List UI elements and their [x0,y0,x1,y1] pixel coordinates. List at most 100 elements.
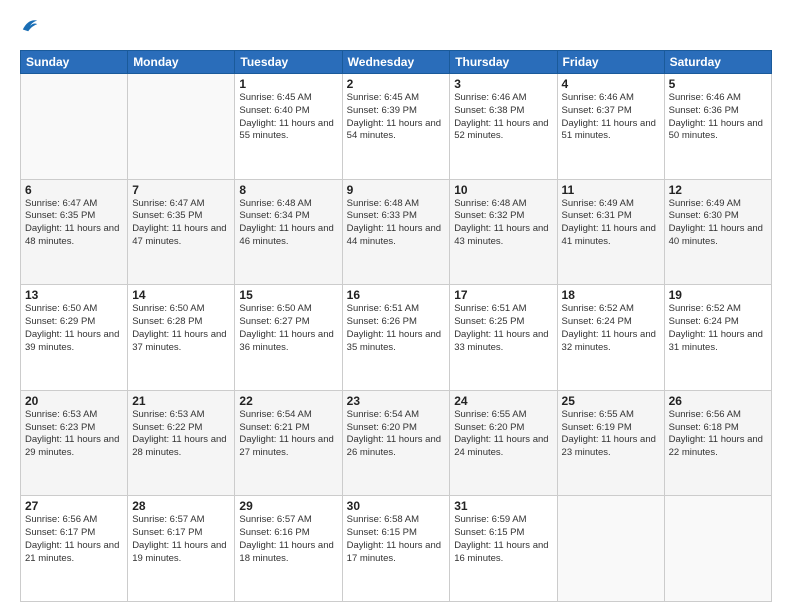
calendar-cell: 3Sunrise: 6:46 AM Sunset: 6:38 PM Daylig… [450,74,557,180]
day-number: 12 [669,183,767,197]
calendar-header-monday: Monday [128,51,235,74]
day-info: Sunrise: 6:53 AM Sunset: 6:22 PM Dayligh… [132,409,230,460]
logo [20,16,39,40]
day-info: Sunrise: 6:51 AM Sunset: 6:26 PM Dayligh… [347,303,446,354]
day-number: 3 [454,77,552,91]
calendar-header-thursday: Thursday [450,51,557,74]
day-number: 22 [239,394,337,408]
day-number: 5 [669,77,767,91]
day-info: Sunrise: 6:54 AM Sunset: 6:20 PM Dayligh… [347,409,446,460]
day-info: Sunrise: 6:56 AM Sunset: 6:17 PM Dayligh… [25,514,123,565]
header [20,16,772,40]
calendar-cell: 6Sunrise: 6:47 AM Sunset: 6:35 PM Daylig… [21,179,128,285]
day-info: Sunrise: 6:59 AM Sunset: 6:15 PM Dayligh… [454,514,552,565]
calendar-cell: 26Sunrise: 6:56 AM Sunset: 6:18 PM Dayli… [664,390,771,496]
day-info: Sunrise: 6:56 AM Sunset: 6:18 PM Dayligh… [669,409,767,460]
calendar-cell: 9Sunrise: 6:48 AM Sunset: 6:33 PM Daylig… [342,179,450,285]
day-info: Sunrise: 6:52 AM Sunset: 6:24 PM Dayligh… [669,303,767,354]
day-number: 1 [239,77,337,91]
calendar-cell: 12Sunrise: 6:49 AM Sunset: 6:30 PM Dayli… [664,179,771,285]
calendar-week-1: 1Sunrise: 6:45 AM Sunset: 6:40 PM Daylig… [21,74,772,180]
day-info: Sunrise: 6:49 AM Sunset: 6:31 PM Dayligh… [562,198,660,249]
day-number: 9 [347,183,446,197]
calendar-cell [664,496,771,602]
day-info: Sunrise: 6:48 AM Sunset: 6:33 PM Dayligh… [347,198,446,249]
day-number: 24 [454,394,552,408]
calendar-header-wednesday: Wednesday [342,51,450,74]
day-number: 28 [132,499,230,513]
calendar-week-4: 20Sunrise: 6:53 AM Sunset: 6:23 PM Dayli… [21,390,772,496]
day-info: Sunrise: 6:58 AM Sunset: 6:15 PM Dayligh… [347,514,446,565]
day-number: 10 [454,183,552,197]
day-number: 16 [347,288,446,302]
day-info: Sunrise: 6:46 AM Sunset: 6:37 PM Dayligh… [562,92,660,143]
day-info: Sunrise: 6:46 AM Sunset: 6:36 PM Dayligh… [669,92,767,143]
calendar-cell: 15Sunrise: 6:50 AM Sunset: 6:27 PM Dayli… [235,285,342,391]
day-info: Sunrise: 6:50 AM Sunset: 6:29 PM Dayligh… [25,303,123,354]
calendar-header-saturday: Saturday [664,51,771,74]
day-number: 7 [132,183,230,197]
day-info: Sunrise: 6:55 AM Sunset: 6:19 PM Dayligh… [562,409,660,460]
calendar-cell: 16Sunrise: 6:51 AM Sunset: 6:26 PM Dayli… [342,285,450,391]
calendar-cell: 29Sunrise: 6:57 AM Sunset: 6:16 PM Dayli… [235,496,342,602]
day-number: 27 [25,499,123,513]
day-info: Sunrise: 6:55 AM Sunset: 6:20 PM Dayligh… [454,409,552,460]
day-info: Sunrise: 6:54 AM Sunset: 6:21 PM Dayligh… [239,409,337,460]
day-number: 23 [347,394,446,408]
calendar-cell: 30Sunrise: 6:58 AM Sunset: 6:15 PM Dayli… [342,496,450,602]
day-info: Sunrise: 6:45 AM Sunset: 6:40 PM Dayligh… [239,92,337,143]
day-number: 20 [25,394,123,408]
day-info: Sunrise: 6:57 AM Sunset: 6:16 PM Dayligh… [239,514,337,565]
day-number: 8 [239,183,337,197]
calendar-cell: 5Sunrise: 6:46 AM Sunset: 6:36 PM Daylig… [664,74,771,180]
calendar-cell: 7Sunrise: 6:47 AM Sunset: 6:35 PM Daylig… [128,179,235,285]
day-info: Sunrise: 6:47 AM Sunset: 6:35 PM Dayligh… [132,198,230,249]
logo-text [20,16,39,40]
calendar-cell: 18Sunrise: 6:52 AM Sunset: 6:24 PM Dayli… [557,285,664,391]
logo-bird-icon [21,16,39,34]
calendar-cell: 19Sunrise: 6:52 AM Sunset: 6:24 PM Dayli… [664,285,771,391]
calendar-cell: 1Sunrise: 6:45 AM Sunset: 6:40 PM Daylig… [235,74,342,180]
day-info: Sunrise: 6:57 AM Sunset: 6:17 PM Dayligh… [132,514,230,565]
day-info: Sunrise: 6:46 AM Sunset: 6:38 PM Dayligh… [454,92,552,143]
day-number: 31 [454,499,552,513]
day-number: 30 [347,499,446,513]
calendar-cell: 2Sunrise: 6:45 AM Sunset: 6:39 PM Daylig… [342,74,450,180]
day-number: 6 [25,183,123,197]
calendar-cell: 13Sunrise: 6:50 AM Sunset: 6:29 PM Dayli… [21,285,128,391]
calendar-header-tuesday: Tuesday [235,51,342,74]
day-number: 13 [25,288,123,302]
calendar-cell: 11Sunrise: 6:49 AM Sunset: 6:31 PM Dayli… [557,179,664,285]
calendar-cell: 20Sunrise: 6:53 AM Sunset: 6:23 PM Dayli… [21,390,128,496]
calendar-table: SundayMondayTuesdayWednesdayThursdayFrid… [20,50,772,602]
calendar-cell: 21Sunrise: 6:53 AM Sunset: 6:22 PM Dayli… [128,390,235,496]
calendar-cell: 8Sunrise: 6:48 AM Sunset: 6:34 PM Daylig… [235,179,342,285]
day-info: Sunrise: 6:50 AM Sunset: 6:27 PM Dayligh… [239,303,337,354]
calendar-cell: 25Sunrise: 6:55 AM Sunset: 6:19 PM Dayli… [557,390,664,496]
page: SundayMondayTuesdayWednesdayThursdayFrid… [0,0,792,612]
calendar-cell: 4Sunrise: 6:46 AM Sunset: 6:37 PM Daylig… [557,74,664,180]
calendar-cell: 23Sunrise: 6:54 AM Sunset: 6:20 PM Dayli… [342,390,450,496]
day-number: 26 [669,394,767,408]
day-info: Sunrise: 6:51 AM Sunset: 6:25 PM Dayligh… [454,303,552,354]
calendar-cell: 24Sunrise: 6:55 AM Sunset: 6:20 PM Dayli… [450,390,557,496]
day-number: 18 [562,288,660,302]
day-info: Sunrise: 6:50 AM Sunset: 6:28 PM Dayligh… [132,303,230,354]
calendar-cell [557,496,664,602]
calendar-cell: 17Sunrise: 6:51 AM Sunset: 6:25 PM Dayli… [450,285,557,391]
calendar-week-3: 13Sunrise: 6:50 AM Sunset: 6:29 PM Dayli… [21,285,772,391]
calendar-cell: 31Sunrise: 6:59 AM Sunset: 6:15 PM Dayli… [450,496,557,602]
day-info: Sunrise: 6:47 AM Sunset: 6:35 PM Dayligh… [25,198,123,249]
day-info: Sunrise: 6:45 AM Sunset: 6:39 PM Dayligh… [347,92,446,143]
calendar-header-row: SundayMondayTuesdayWednesdayThursdayFrid… [21,51,772,74]
day-number: 14 [132,288,230,302]
day-number: 25 [562,394,660,408]
day-number: 4 [562,77,660,91]
calendar-cell [128,74,235,180]
calendar-cell [21,74,128,180]
calendar-cell: 28Sunrise: 6:57 AM Sunset: 6:17 PM Dayli… [128,496,235,602]
day-number: 21 [132,394,230,408]
calendar-cell: 10Sunrise: 6:48 AM Sunset: 6:32 PM Dayli… [450,179,557,285]
calendar-cell: 22Sunrise: 6:54 AM Sunset: 6:21 PM Dayli… [235,390,342,496]
day-number: 17 [454,288,552,302]
